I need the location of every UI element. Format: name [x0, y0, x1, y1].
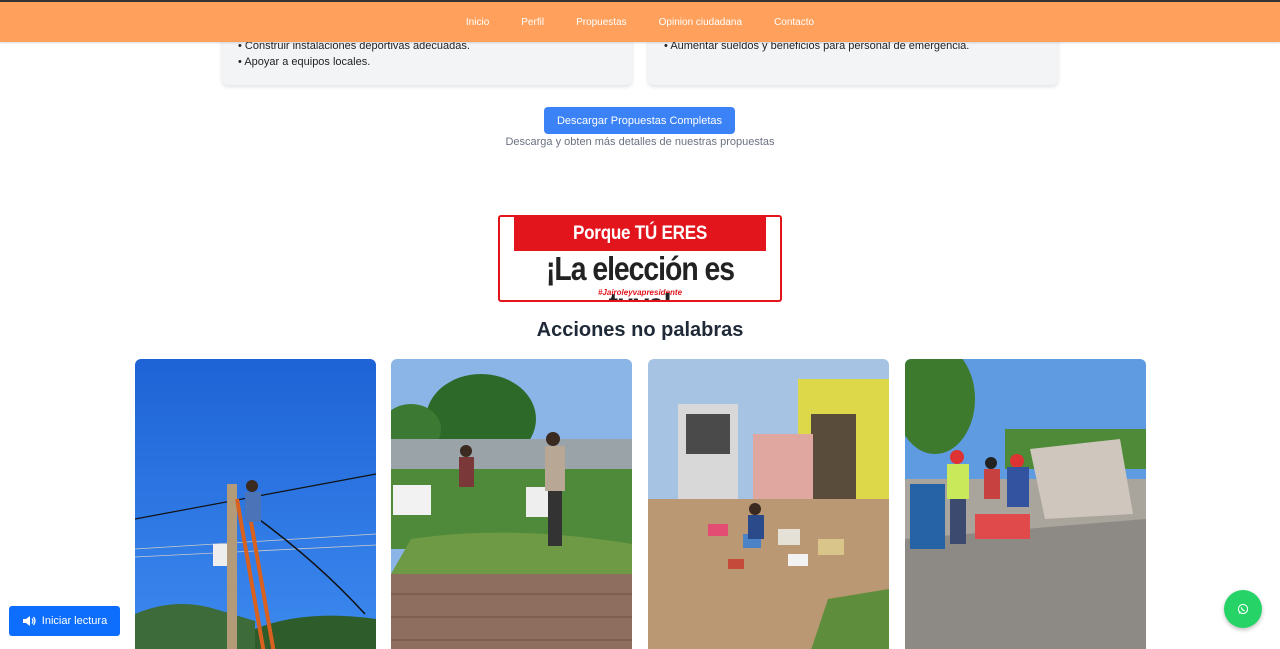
proposal-item: Apoyar a equipos locales.: [238, 54, 616, 70]
actions-section-title: Acciones no palabras: [536, 319, 744, 341]
nav-link-inicio[interactable]: Inicio: [466, 17, 489, 28]
proposal-list: Construir instalaciones deportivas adecu…: [238, 38, 616, 70]
nav-link-contacto[interactable]: Contacto: [774, 17, 814, 28]
start-reading-label: Iniciar lectura: [41, 615, 108, 627]
photo-illustration: [391, 359, 632, 649]
nav-link-opinion[interactable]: Opinion ciudadana: [659, 17, 742, 28]
photo-illustration: [648, 359, 889, 649]
photo-illustration: [135, 359, 376, 649]
banner-headline: Porque TÚ ERES INDEPENDIENTE: [514, 217, 766, 278]
photo-illustration: [905, 359, 1146, 649]
action-photo-utility-pole[interactable]: [135, 359, 376, 649]
action-photo-road-work[interactable]: [905, 359, 1146, 649]
campaign-banner: Porque TÚ ERES INDEPENDIENTE ¡La elecció…: [498, 215, 782, 302]
nav-link-propuestas[interactable]: Propuestas: [576, 17, 627, 28]
start-reading-button[interactable]: Iniciar lectura: [9, 606, 120, 636]
speaker-icon: [22, 616, 36, 626]
nav-link-perfil[interactable]: Perfil: [521, 17, 544, 28]
whatsapp-icon: [1237, 603, 1249, 615]
action-photo-trash-collection[interactable]: [648, 359, 889, 649]
download-proposals-button[interactable]: Descargar Propuestas Completas: [544, 107, 735, 134]
top-navbar: Inicio Perfil Propuestas Opinion ciudada…: [0, 0, 1280, 42]
download-hint-text: Descarga y obten más detalles de nuestra…: [505, 136, 775, 148]
page: Inicio Perfil Propuestas Opinion ciudada…: [0, 0, 1280, 649]
banner-slogan: ¡La elección es tuya!: [545, 250, 735, 301]
action-photo-park-cleanup[interactable]: [391, 359, 632, 649]
whatsapp-button[interactable]: [1224, 590, 1262, 628]
